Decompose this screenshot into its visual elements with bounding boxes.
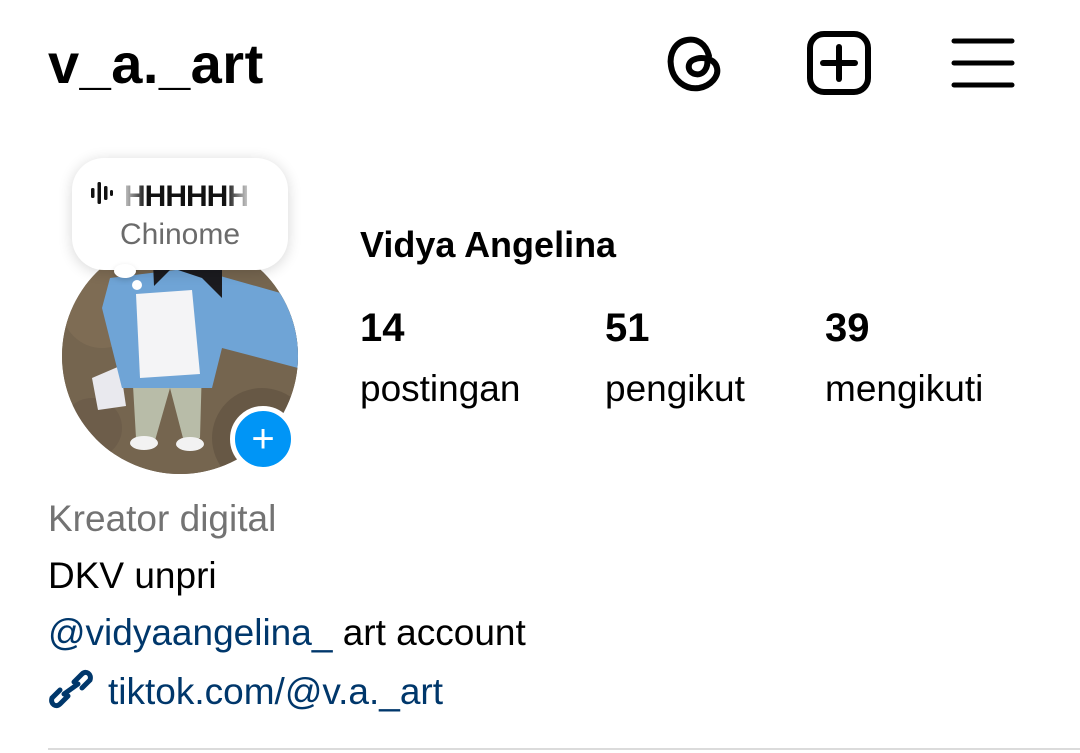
audio-wave-icon xyxy=(90,180,114,214)
profile-username[interactable]: v_a._art xyxy=(48,30,264,98)
bio-line-2: @vidyaangelina_ art account xyxy=(48,612,526,654)
stat-following[interactable]: 39 mengikuti xyxy=(825,306,983,414)
stat-followers[interactable]: 51 pengikut xyxy=(605,306,745,414)
bio-line-1: DKV unpri xyxy=(48,555,217,596)
note-tail-dot-small xyxy=(132,280,142,290)
bio-line-2-text: art account xyxy=(332,612,526,653)
note-music-row: HHHHHH xyxy=(90,180,249,214)
add-story-button[interactable]: + xyxy=(230,406,296,472)
stat-posts-count: 14 xyxy=(360,306,405,350)
note-tail-dot xyxy=(114,264,136,278)
profile-full-name: Vidya Angelina xyxy=(360,224,617,265)
stat-posts-label: postingan xyxy=(360,368,521,409)
stat-followers-label: pengikut xyxy=(605,368,745,409)
stat-followers-count: 51 xyxy=(605,306,650,350)
stat-following-label: mengikuti xyxy=(825,368,984,409)
menu-icon[interactable] xyxy=(948,28,1018,98)
bio-external-link[interactable]: tiktok.com/@v.a._art xyxy=(48,668,443,715)
note-subtitle: Chinome xyxy=(119,218,241,251)
note-text: HHHHHH xyxy=(124,180,249,213)
link-icon xyxy=(48,668,94,715)
threads-icon[interactable] xyxy=(660,28,730,98)
section-divider xyxy=(48,748,1080,750)
bio-mention-link[interactable]: @vidyaangelina_ xyxy=(48,612,332,653)
stat-posts[interactable]: 14 postingan xyxy=(360,306,520,414)
plus-square-icon[interactable] xyxy=(804,28,874,98)
profile-category: Kreator digital xyxy=(48,498,277,539)
profile-note-bubble[interactable]: HHHHHH Chinome xyxy=(72,158,288,270)
stat-following-count: 39 xyxy=(825,306,870,350)
bio-link-text: tiktok.com/@v.a._art xyxy=(108,670,444,712)
